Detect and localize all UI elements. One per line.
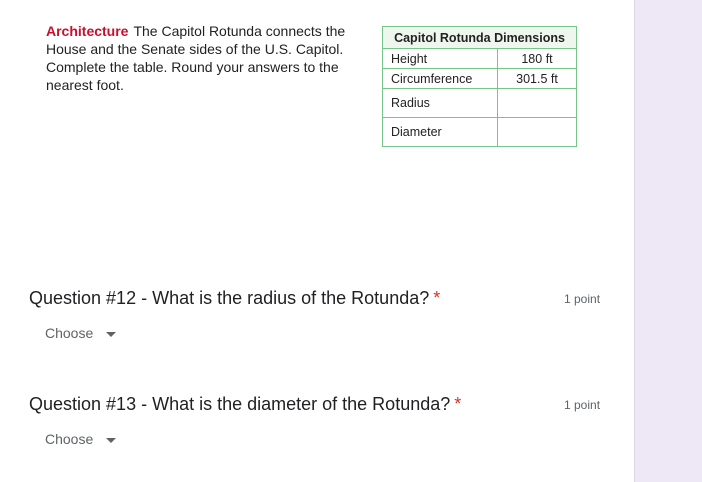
table-cell-label: Circumference bbox=[382, 68, 498, 89]
table-cell-label: Radius bbox=[382, 88, 498, 118]
question-title: Question #13 - What is the diameter of t… bbox=[29, 394, 461, 415]
answer-dropdown[interactable]: Choose bbox=[45, 325, 117, 341]
required-asterisk: * bbox=[433, 288, 441, 308]
table-row: Circumference 301.5 ft bbox=[382, 68, 577, 89]
dropdown-label: Choose bbox=[45, 431, 94, 447]
question-title: Question #12 - What is the radius of the… bbox=[29, 288, 440, 309]
question-text: Question #12 - What is the radius of the… bbox=[29, 288, 430, 308]
table-row: Height 180 ft bbox=[382, 48, 577, 69]
table-cell-label: Diameter bbox=[382, 117, 498, 147]
table-cell-label: Height bbox=[382, 48, 498, 69]
table-cell-value bbox=[497, 117, 577, 147]
table-cell-value: 180 ft bbox=[497, 48, 577, 69]
answer-dropdown[interactable]: Choose bbox=[45, 431, 117, 447]
dimensions-table: Capitol Rotunda Dimensions Height 180 ft… bbox=[382, 26, 577, 147]
table-cell-value: 301.5 ft bbox=[497, 68, 577, 89]
dropdown-label: Choose bbox=[45, 325, 94, 341]
required-asterisk: * bbox=[454, 394, 462, 414]
problem-statement: Architecture The Capitol Rotunda connects… bbox=[46, 22, 356, 94]
table-title: Capitol Rotunda Dimensions bbox=[382, 26, 577, 49]
caret-down-icon bbox=[106, 437, 117, 443]
table-cell-value bbox=[497, 88, 577, 118]
table-row: Diameter bbox=[382, 117, 577, 147]
question-points: 1 point bbox=[564, 398, 601, 412]
question-points: 1 point bbox=[564, 292, 601, 306]
problem-keyword: Architecture bbox=[46, 23, 129, 39]
side-panel bbox=[634, 0, 702, 482]
question-text: Question #13 - What is the diameter of t… bbox=[29, 394, 451, 414]
table-row: Radius bbox=[382, 88, 577, 118]
caret-down-icon bbox=[106, 331, 117, 337]
